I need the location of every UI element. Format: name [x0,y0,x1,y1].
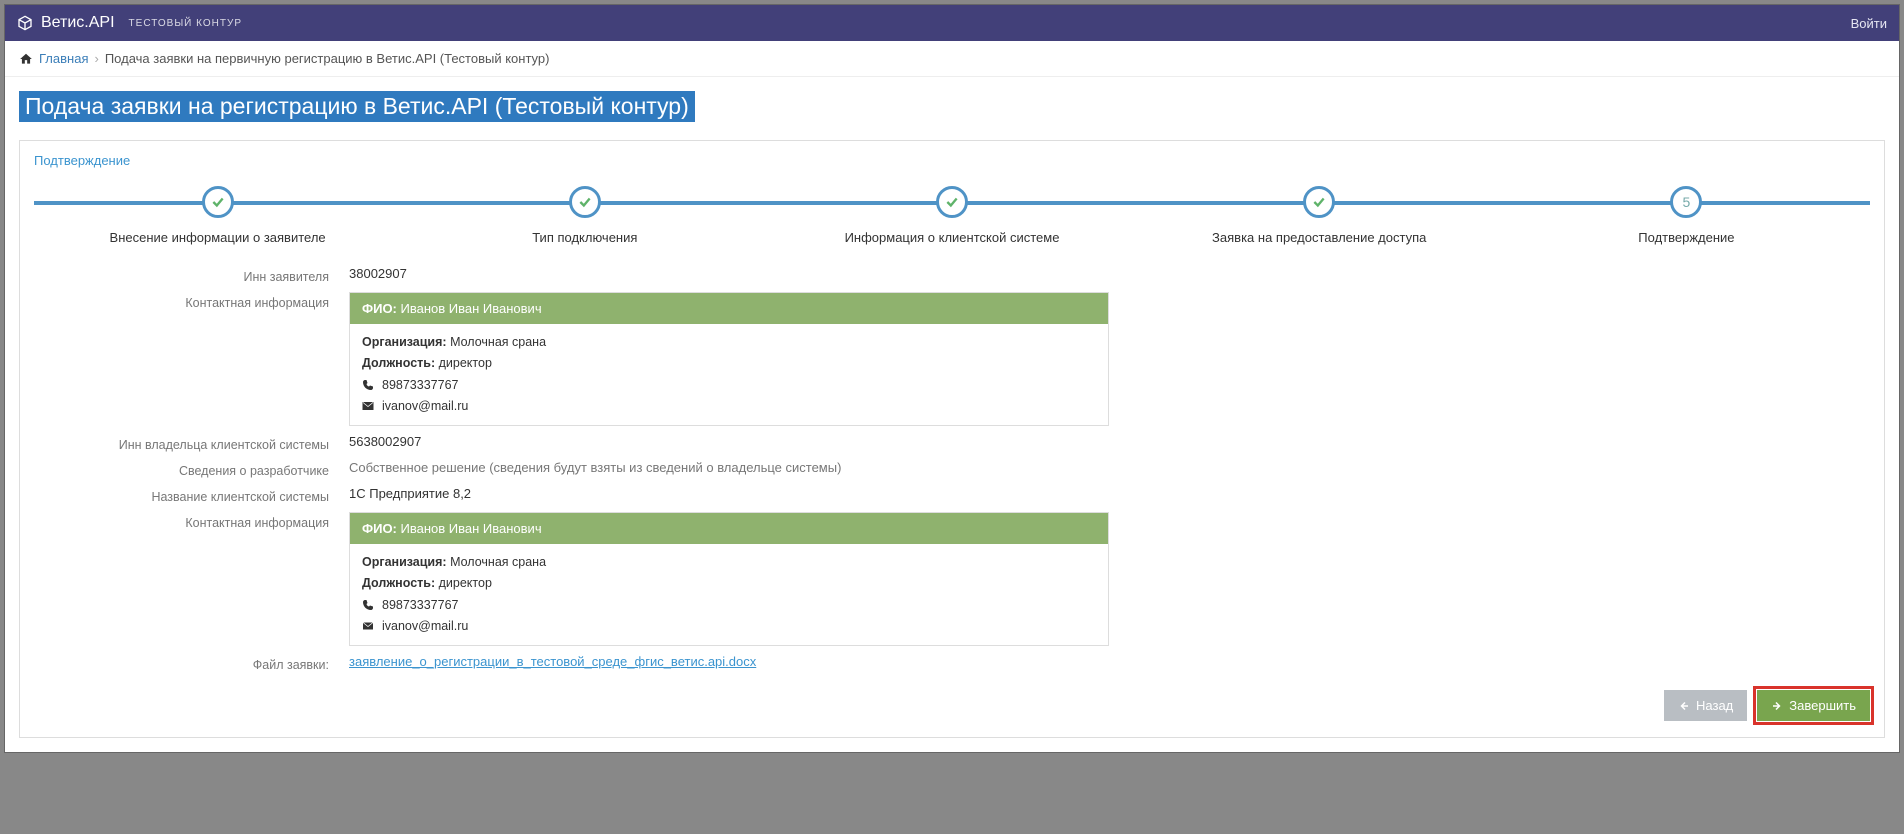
check-icon [211,195,225,209]
brand-name: Ветис.API [41,14,115,32]
finish-button[interactable]: Завершить [1757,690,1870,721]
row-system-name: Название клиентской системы 1С Предприят… [34,486,1870,504]
step-3: Информация о клиентской системе [768,186,1135,245]
home-icon [19,52,33,66]
step-1: Внесение информации о заявителе [34,186,401,245]
check-icon [578,195,592,209]
step-2: Тип подключения [401,186,768,245]
email-icon [362,620,374,632]
arrow-left-icon [1678,700,1690,712]
breadcrumb-home[interactable]: Главная [39,51,88,66]
row-contact-1: Контактная информация ФИО: Иванов Иван И… [34,292,1870,426]
file-link[interactable]: заявление_о_регистрации_в_тестовой_среде… [349,654,756,669]
cube-icon [17,15,33,31]
check-icon [1312,195,1326,209]
confirmation-panel: Подтверждение Внесение информации о заяв… [19,140,1885,738]
step-5: 5 Подтверждение [1503,186,1870,245]
breadcrumb: Главная › Подача заявки на первичную рег… [5,41,1899,77]
brand: Ветис.API ТЕСТОВЫЙ КОНТУР [17,14,242,32]
arrow-right-icon [1771,700,1783,712]
chevron-right-icon: › [94,51,98,66]
top-bar: Ветис.API ТЕСТОВЫЙ КОНТУР Войти [5,5,1899,41]
check-icon [945,195,959,209]
login-link[interactable]: Войти [1851,16,1887,31]
contact-card: ФИО: Иванов Иван Иванович Организация: М… [349,512,1109,646]
brand-subtitle: ТЕСТОВЫЙ КОНТУР [129,18,242,29]
page-title: Подача заявки на регистрацию в Ветис.API… [19,91,695,122]
contact-card: ФИО: Иванов Иван Иванович Организация: М… [349,292,1109,426]
row-inn-applicant: Инн заявителя 38002907 [34,266,1870,284]
back-button[interactable]: Назад [1664,690,1747,721]
phone-icon [362,379,374,391]
step-4: Заявка на предоставление доступа [1136,186,1503,245]
panel-heading: Подтверждение [34,153,1870,168]
row-contact-2: Контактная информация ФИО: Иванов Иван И… [34,512,1870,646]
row-developer: Сведения о разработчике Собственное реше… [34,460,1870,478]
stepper: Внесение информации о заявителе Тип подк… [34,186,1870,256]
row-file: Файл заявки: заявление_о_регистрации_в_т… [34,654,1870,672]
email-icon [362,400,374,412]
phone-icon [362,599,374,611]
breadcrumb-current: Подача заявки на первичную регистрацию в… [105,51,550,66]
row-inn-owner: Инн владельца клиентской системы 5638002… [34,434,1870,452]
